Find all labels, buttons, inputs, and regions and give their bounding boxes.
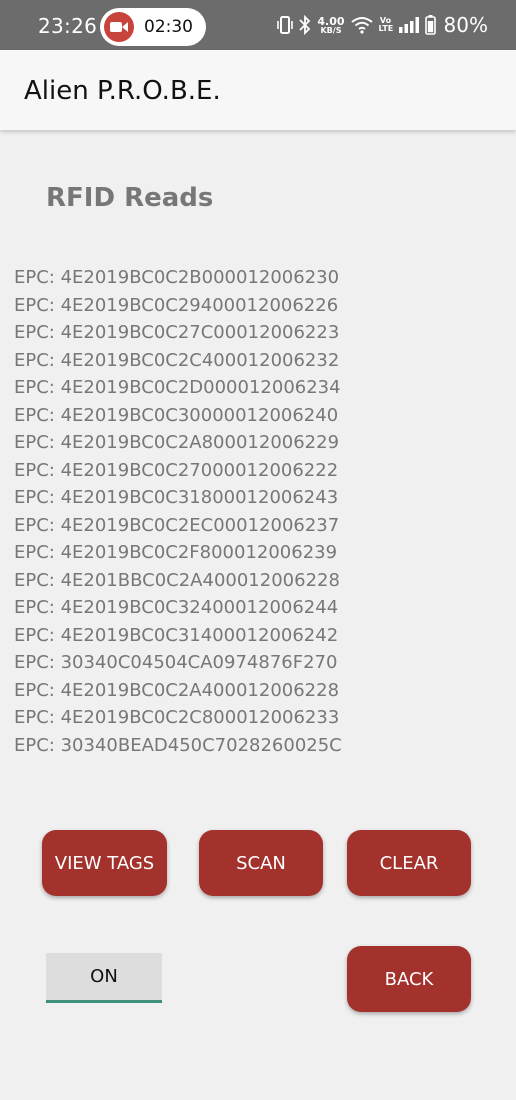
list-item: EPC: 4E2019BC0C31400012006242 xyxy=(14,624,339,646)
list-item: EPC: 4E2019BC0C29400012006226 xyxy=(14,294,339,316)
app-bar: Alien P.R.O.B.E. xyxy=(0,50,516,130)
list-item: EPC: 4E2019BC0C30000012006240 xyxy=(14,404,339,426)
recording-time: 02:30 xyxy=(144,17,193,37)
video-camera-icon xyxy=(104,12,134,42)
list-item: EPC: 4E2019BC0C2B000012006230 xyxy=(14,267,340,288)
system-icons: 4.00 KB/S Vo LTE 80% xyxy=(277,13,488,37)
list-item: EPC: 4E2019BC0C32400012006244 xyxy=(14,597,339,618)
list-item: EPC: 4E2019BC0C2D000012006234 xyxy=(14,377,341,398)
volte-label: Vo LTE xyxy=(378,16,394,33)
view-tags-button[interactable]: VIEW TAGS xyxy=(42,830,167,896)
list-item: EPC: 30340BEAD450C7028260025C xyxy=(14,734,342,756)
list-item: EPC: 4E201BBC0C2A400012006228 xyxy=(14,569,340,591)
list-item: EPC: 4E2019BC0C2F800012006239 xyxy=(14,542,338,563)
status-bar: 23:26 02:30 4.00 KB/S Vo LTE 80% xyxy=(0,0,516,50)
network-speed: 4.00 KB/S xyxy=(317,16,344,35)
network-speed-unit: KB/S xyxy=(320,25,342,35)
network-speed-value: 4.00 xyxy=(317,14,345,28)
battery-percent: 80% xyxy=(443,13,488,37)
list-item: EPC: 4E2019BC0C2C800012006233 xyxy=(14,707,340,728)
list-item: EPC: 30340C04504CA0974876F270 xyxy=(14,652,338,673)
list-item: EPC: 4E2019BC0C2C400012006232 xyxy=(14,349,340,371)
list-item: EPC: 4E2019BC0C27C00012006223 xyxy=(14,322,340,343)
app-title: Alien P.R.O.B.E. xyxy=(24,76,221,106)
on-toggle-button[interactable]: ON xyxy=(46,953,162,1003)
battery-icon xyxy=(424,15,436,35)
screen-recording-pill[interactable]: 02:30 xyxy=(100,8,206,46)
scan-button[interactable]: SCAN xyxy=(199,830,323,896)
clear-button[interactable]: CLEAR xyxy=(347,830,471,896)
signal-icon xyxy=(398,17,419,33)
status-time: 23:26 xyxy=(38,14,98,38)
vibrate-icon xyxy=(277,15,294,35)
list-item: EPC: 4E2019BC0C31800012006243 xyxy=(14,487,339,508)
list-item: EPC: 4E2019BC0C2A400012006228 xyxy=(14,679,340,701)
list-item: EPC: 4E2019BC0C2A800012006229 xyxy=(14,432,340,453)
back-button[interactable]: BACK xyxy=(347,946,471,1012)
rfid-reads-list: EPC: 4E2019BC0C2B000012006230 EPC: 4E201… xyxy=(14,264,494,759)
wifi-icon xyxy=(350,16,373,34)
bluetooth-icon xyxy=(299,15,311,35)
section-title: RFID Reads xyxy=(46,183,214,213)
list-item: EPC: 4E2019BC0C27000012006222 xyxy=(14,459,339,481)
list-item: EPC: 4E2019BC0C2EC00012006237 xyxy=(14,514,340,536)
